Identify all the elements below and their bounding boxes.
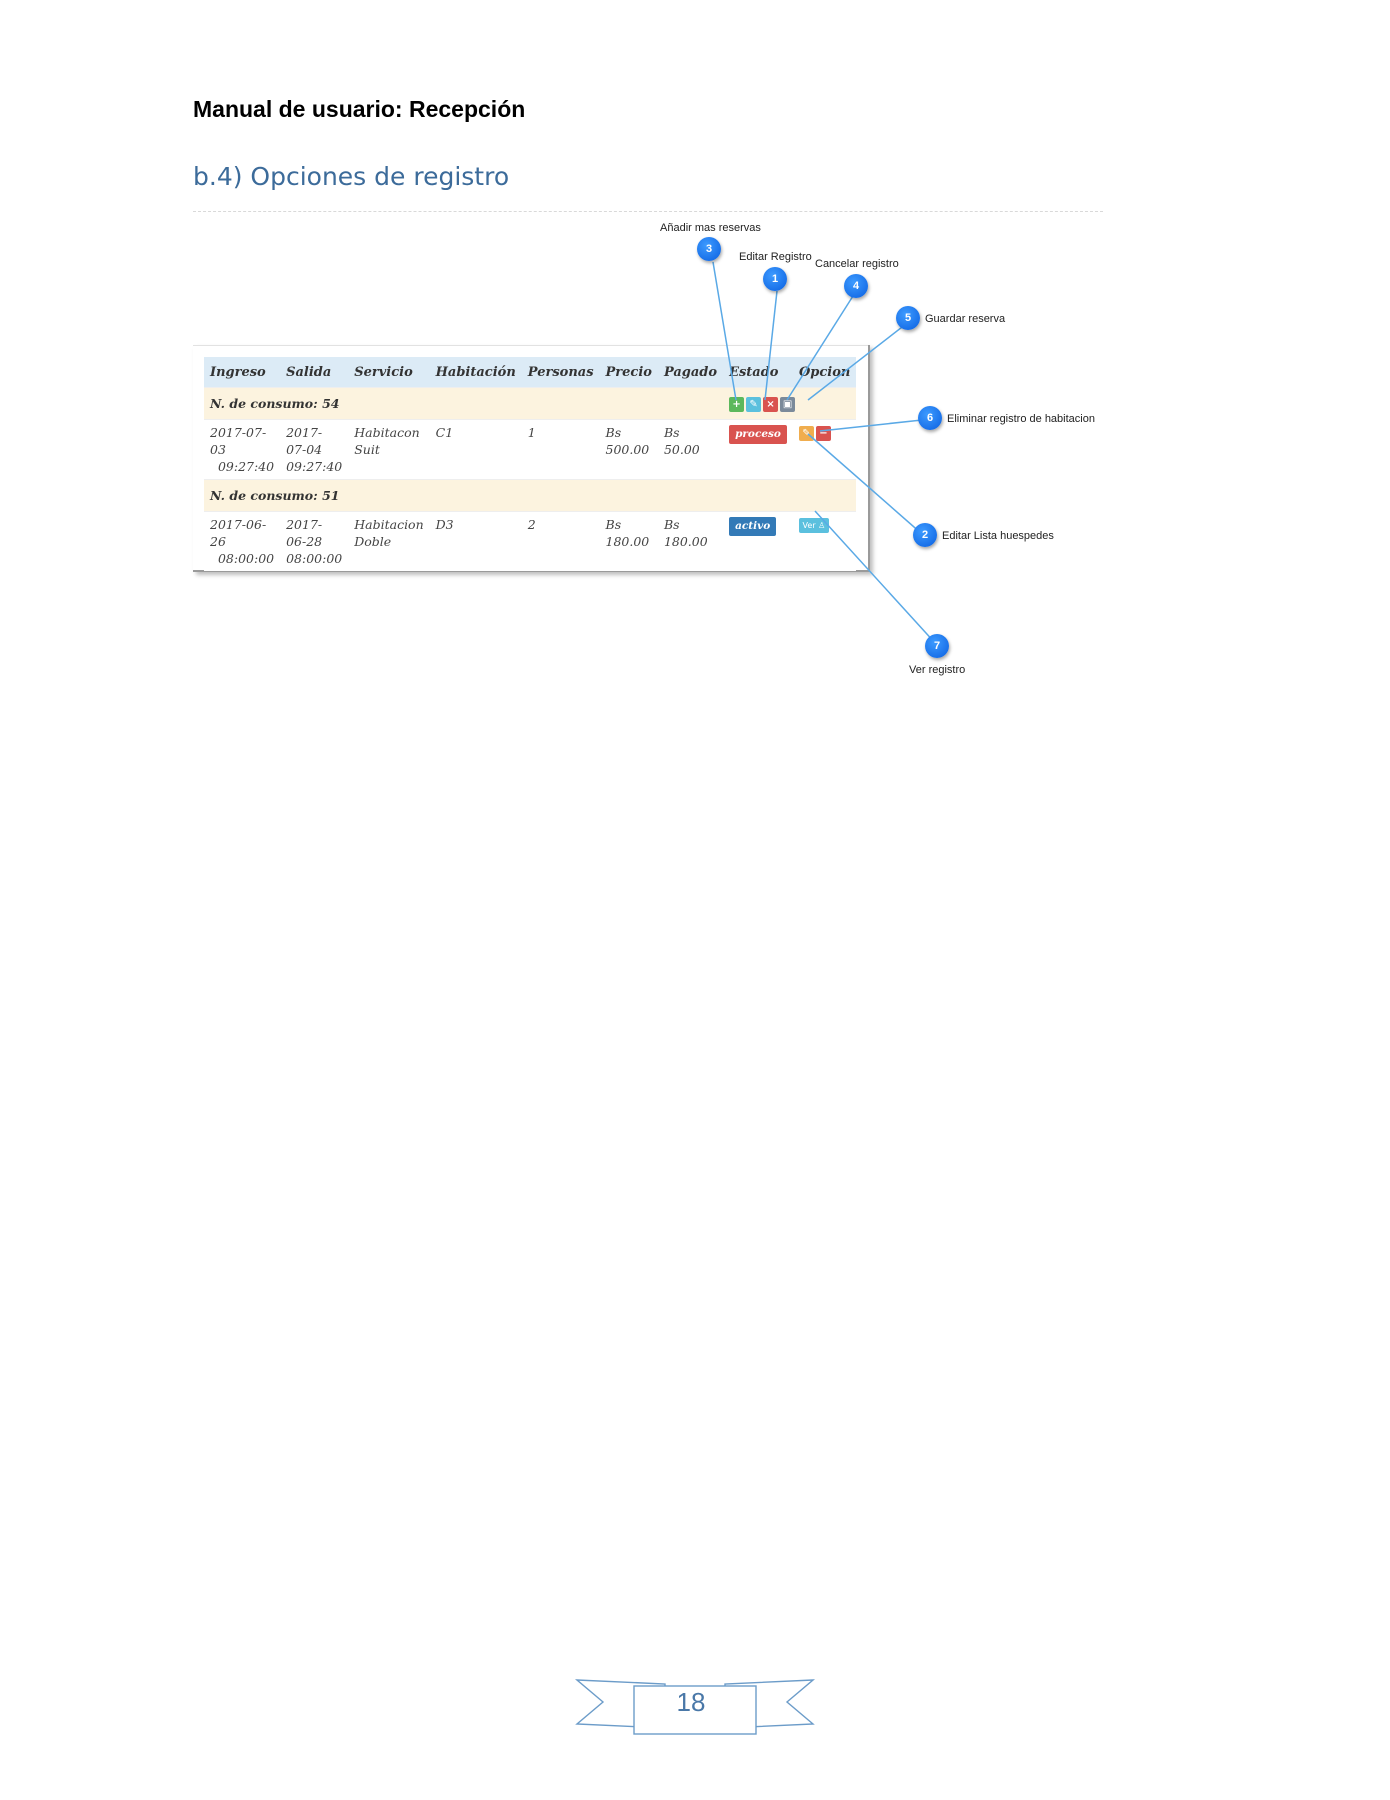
col-estado[interactable]: Estado xyxy=(723,357,793,388)
callout-label-5: Guardar reserva xyxy=(925,313,1006,325)
cell-opcion: Ver ♙ xyxy=(792,511,857,571)
cell-servicio: Habitacion Doble xyxy=(348,511,430,571)
callout-label-6: Eliminar registro de habitacion xyxy=(947,413,1095,425)
col-opcion[interactable]: Opcion xyxy=(792,357,857,388)
callout-label-1: Editar Registro xyxy=(739,251,812,263)
page-number: 18 xyxy=(676,1687,706,1717)
view-record-button[interactable]: Ver ♙ xyxy=(798,518,829,533)
edit-icon: ✎ xyxy=(802,428,811,439)
cell-ingreso: 2017-06-26 08:00:00 xyxy=(204,511,281,571)
status-badge: proceso xyxy=(729,425,787,444)
callout-marker-5: 5 xyxy=(896,306,920,330)
col-habitacion[interactable]: Habitación xyxy=(429,357,522,388)
col-ingreso[interactable]: Ingreso xyxy=(204,357,281,388)
plus-icon: + xyxy=(732,399,741,410)
group-actions: + ✎ × ▣ xyxy=(723,387,857,420)
delete-room-record-button[interactable]: − xyxy=(815,426,831,441)
group-row: N. de consumo: 51 xyxy=(204,479,857,512)
cell-opcion: ✎ − xyxy=(792,419,857,480)
cell-ingreso: 2017-07-03 09:27:40 xyxy=(204,419,281,480)
save-icon: ▣ xyxy=(782,399,793,410)
document-header: Manual de usuario: Recepción xyxy=(193,96,526,122)
callout-label-2: Editar Lista huespedes xyxy=(942,530,1054,542)
table-row: 2017-06-26 08:00:00 2017-06-28 08:00:00 H… xyxy=(204,511,857,571)
edit-icon: ✎ xyxy=(749,399,758,410)
callout-marker-2: 2 xyxy=(913,523,937,547)
callout-marker-7: 7 xyxy=(925,634,949,658)
col-personas[interactable]: Personas xyxy=(521,357,600,388)
cell-servicio: Habitacon Suit xyxy=(348,419,430,480)
close-icon: × xyxy=(766,399,775,410)
add-reservation-button[interactable]: + xyxy=(729,397,745,412)
cell-pagado: Bs 50.00 xyxy=(657,419,724,480)
cell-estado: proceso xyxy=(723,419,793,480)
section-title: b.4) Opciones de registro xyxy=(193,162,510,191)
cell-habitacion: D3 xyxy=(429,511,522,571)
callout-marker-6: 6 xyxy=(918,406,942,430)
callout-lines xyxy=(712,261,937,645)
callout-label-4: Cancelar registro xyxy=(815,258,899,270)
group-label: N. de consumo: 51 xyxy=(204,479,857,512)
registro-screenshot: Ingreso Salida Servicio Habitación Perso… xyxy=(193,345,870,572)
cell-pagado: Bs 180.00 xyxy=(657,511,724,571)
callout-marker-4: 4 xyxy=(844,274,868,298)
col-servicio[interactable]: Servicio xyxy=(348,357,430,388)
save-reservation-button[interactable]: ▣ xyxy=(780,397,796,412)
cell-personas: 1 xyxy=(521,419,600,480)
callout-marker-3: 3 xyxy=(697,237,721,261)
group-label: N. de consumo: 54 xyxy=(204,387,724,420)
col-salida[interactable]: Salida xyxy=(280,357,349,388)
edit-record-button[interactable]: ✎ xyxy=(746,397,762,412)
cell-habitacion: C1 xyxy=(429,419,522,480)
cell-salida: 2017-07-04 09:27:40 xyxy=(280,419,349,480)
minus-icon: − xyxy=(819,428,828,439)
cell-estado: activo xyxy=(723,511,793,571)
cell-precio: Bs 500.00 xyxy=(599,419,658,480)
col-precio[interactable]: Precio xyxy=(599,357,658,388)
cell-personas: 2 xyxy=(521,511,600,571)
cell-salida: 2017-06-28 08:00:00 xyxy=(280,511,349,571)
cell-precio: Bs 180.00 xyxy=(599,511,658,571)
table-row: 2017-07-03 09:27:40 2017-07-04 09:27:40 H… xyxy=(204,419,857,480)
table-header-row: Ingreso Salida Servicio Habitación Perso… xyxy=(204,357,857,388)
col-pagado[interactable]: Pagado xyxy=(657,357,724,388)
registro-table: Ingreso Salida Servicio Habitación Perso… xyxy=(204,357,857,571)
user-icon: ♙ xyxy=(818,521,826,530)
edit-guest-list-button[interactable]: ✎ xyxy=(798,426,814,441)
title-divider xyxy=(193,211,1103,212)
callout-marker-1: 1 xyxy=(763,267,787,291)
cancel-record-button[interactable]: × xyxy=(763,397,779,412)
callout-label-3: Añadir mas reservas xyxy=(660,222,761,234)
group-row: N. de consumo: 54 + ✎ × ▣ xyxy=(204,387,857,420)
callout-label-7: Ver registro xyxy=(909,664,966,676)
status-badge: activo xyxy=(729,517,777,536)
